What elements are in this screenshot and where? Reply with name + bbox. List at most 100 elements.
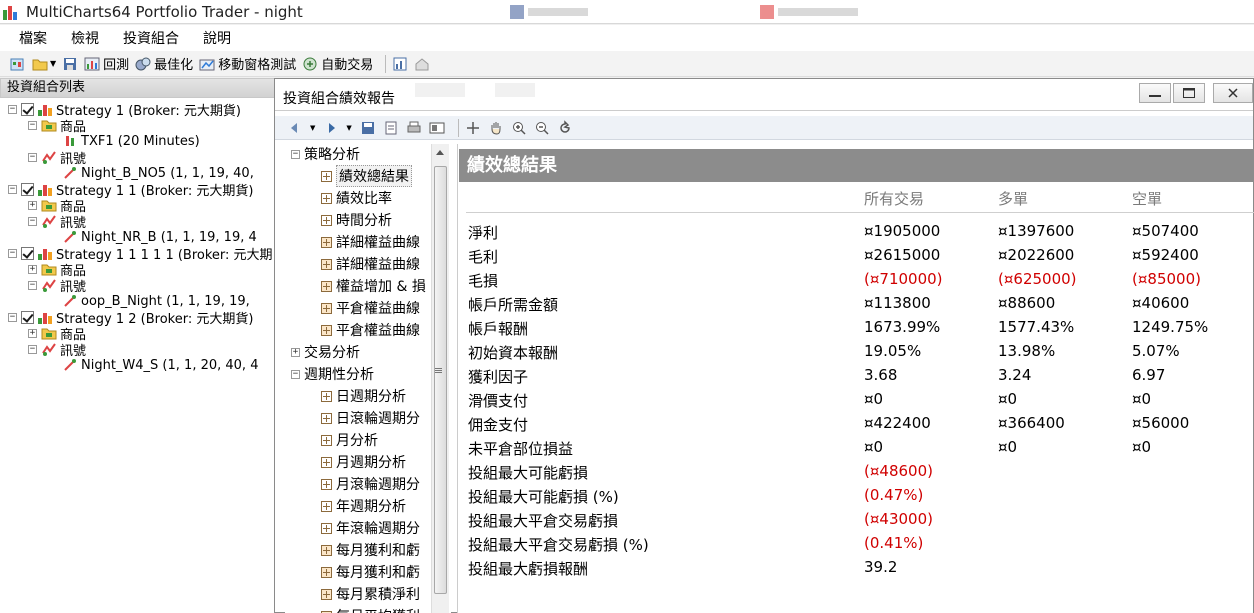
strategy-node[interactable]: − Strategy 1 1 (Broker: 元大期貨) [8,181,253,199]
forward-dropdown-icon[interactable]: ▼ [346,124,351,132]
tree-group-node[interactable]: − 訊號 [28,341,86,359]
nav-section[interactable]: − 週期性分析 [291,364,374,384]
menu-view[interactable]: 檢視 [64,28,106,48]
nav-label: 詳細權益曲線 [336,257,420,273]
nav-label: 時間分析 [336,213,392,229]
menu-file[interactable]: 檔案 [12,28,54,48]
metric-value-long: ¤2022600 [998,246,1075,264]
refresh-icon[interactable] [557,119,573,136]
expand-icon[interactable]: + [291,347,300,357]
strategy-enabled-checkbox[interactable] [21,310,34,324]
scroll-thumb[interactable] [434,166,447,594]
tree-group-node[interactable]: − 訊號 [28,213,86,231]
collapse-icon[interactable]: − [8,312,17,322]
metric-label: 毛損 [468,272,499,290]
backtest-button[interactable]: 回測 [84,54,129,73]
back-dropdown-icon[interactable]: ▼ [310,124,315,132]
nav-item[interactable]: 每月獲利和虧 [321,540,420,560]
strategy-node[interactable]: − Strategy 1 2 (Broker: 元大期貨) [8,309,253,327]
collapse-icon[interactable]: − [28,344,37,354]
metric-label: 投組最大可能虧損 [468,464,589,482]
collapse-icon[interactable]: − [28,120,37,130]
chart-page-icon [321,566,332,578]
zoom-out-icon[interactable] [534,120,550,136]
close-button[interactable] [1213,83,1253,103]
walk-forward-button[interactable]: 移動窗格測試 [199,54,296,73]
nav-item[interactable]: 月滾輪週期分 [321,474,420,494]
nav-item[interactable]: 平倉權益曲線 [321,320,420,340]
nav-item[interactable]: 日滾輪週期分 [321,408,420,428]
minimize-button[interactable] [1139,83,1171,103]
nav-item[interactable]: 年週期分析 [321,496,406,516]
scroll-up-arrow-icon[interactable] [436,150,444,155]
maximize-button[interactable] [1173,83,1205,103]
collapse-icon[interactable]: − [291,149,300,159]
print-icon[interactable] [406,120,422,136]
tree-group-node[interactable]: − 商品 [28,117,86,135]
tree-group-node[interactable]: − 訊號 [28,149,86,167]
optimize-button[interactable]: 最佳化 [135,54,193,73]
report-icon[interactable] [392,56,408,72]
nav-item[interactable]: 詳細權益曲線 [321,254,420,274]
nav-item[interactable]: 月週期分析 [321,452,406,472]
collapse-icon[interactable]: − [8,248,17,258]
home-icon[interactable] [414,56,430,72]
new-portfolio-icon[interactable] [10,56,26,72]
folder-icon [41,325,57,341]
expand-icon[interactable]: + [28,264,37,274]
tree-group-node[interactable]: − 訊號 [28,277,86,295]
nav-item[interactable]: 績效總結果 [321,165,412,187]
signal-item-icon [62,357,78,373]
crosshair-icon[interactable] [465,120,481,136]
nav-item[interactable]: 權益增加 & 損 [321,276,426,296]
metric-value-short: ¤56000 [1132,414,1190,432]
collapse-icon[interactable]: − [291,369,300,379]
nav-scrollbar[interactable] [431,144,449,613]
metric-label: 獲利因子 [468,368,529,386]
metric-value-all: ¤113800 [864,294,931,312]
strategy-node[interactable]: − Strategy 1 1 1 1 1 (Broker: 元大期 [8,245,273,263]
nav-label: 年週期分析 [336,499,406,515]
nav-item[interactable]: 時間分析 [321,210,392,230]
collapse-icon[interactable]: − [8,184,17,194]
open-folder-icon[interactable] [32,56,48,72]
nav-item[interactable]: 詳細權益曲線 [321,232,420,252]
nav-item[interactable]: 日週期分析 [321,386,406,406]
nav-item[interactable]: 年滾輪週期分 [321,518,420,538]
expand-icon[interactable]: + [28,200,37,210]
expand-icon[interactable]: + [28,328,37,338]
metric-value-short: ¤0 [1132,390,1152,408]
nav-label: 權益增加 & 損 [336,279,426,295]
collapse-icon[interactable]: − [28,280,37,290]
nav-item[interactable]: 平倉權益曲線 [321,298,420,318]
page-setup-icon[interactable] [429,120,445,136]
auto-trade-button[interactable]: 自動交易 [302,54,373,73]
nav-item[interactable]: 每月獲利和虧 [321,562,420,582]
nav-item[interactable]: 月分析 [321,430,378,450]
nav-section[interactable]: + 交易分析 [291,342,360,362]
save-report-icon[interactable] [360,120,376,136]
strategy-enabled-checkbox[interactable] [21,182,34,196]
back-icon[interactable] [287,120,303,136]
nav-item[interactable]: 每月平均獲利 [321,606,420,613]
collapse-icon[interactable]: − [8,104,17,114]
collapse-icon[interactable]: − [28,216,37,226]
nav-item[interactable]: 績效比率 [321,188,392,208]
export-icon[interactable] [383,120,399,136]
nav-section[interactable]: − 策略分析 [291,144,360,164]
pan-hand-icon[interactable] [488,120,504,136]
save-icon[interactable] [62,56,78,72]
zoom-in-icon[interactable] [511,120,527,136]
strategy-enabled-checkbox[interactable] [21,102,34,116]
strategy-enabled-checkbox[interactable] [21,246,34,260]
forward-icon[interactable] [323,120,339,136]
menu-portfolio[interactable]: 投資組合 [116,28,186,48]
dropdown-arrow-icon[interactable]: ▼ [50,59,56,68]
nav-item[interactable]: 每月累積淨利 [321,584,420,604]
metric-value-long: 1577.43% [998,318,1075,336]
tree-leaf-node[interactable]: Night_W4_S (1, 1, 20, 40, 4 [48,357,258,373]
menu-help[interactable]: 說明 [196,28,238,48]
collapse-icon[interactable]: − [28,152,37,162]
metric-value-short: ¤592400 [1132,246,1199,264]
strategy-node[interactable]: − Strategy 1 (Broker: 元大期貨) [8,101,241,119]
